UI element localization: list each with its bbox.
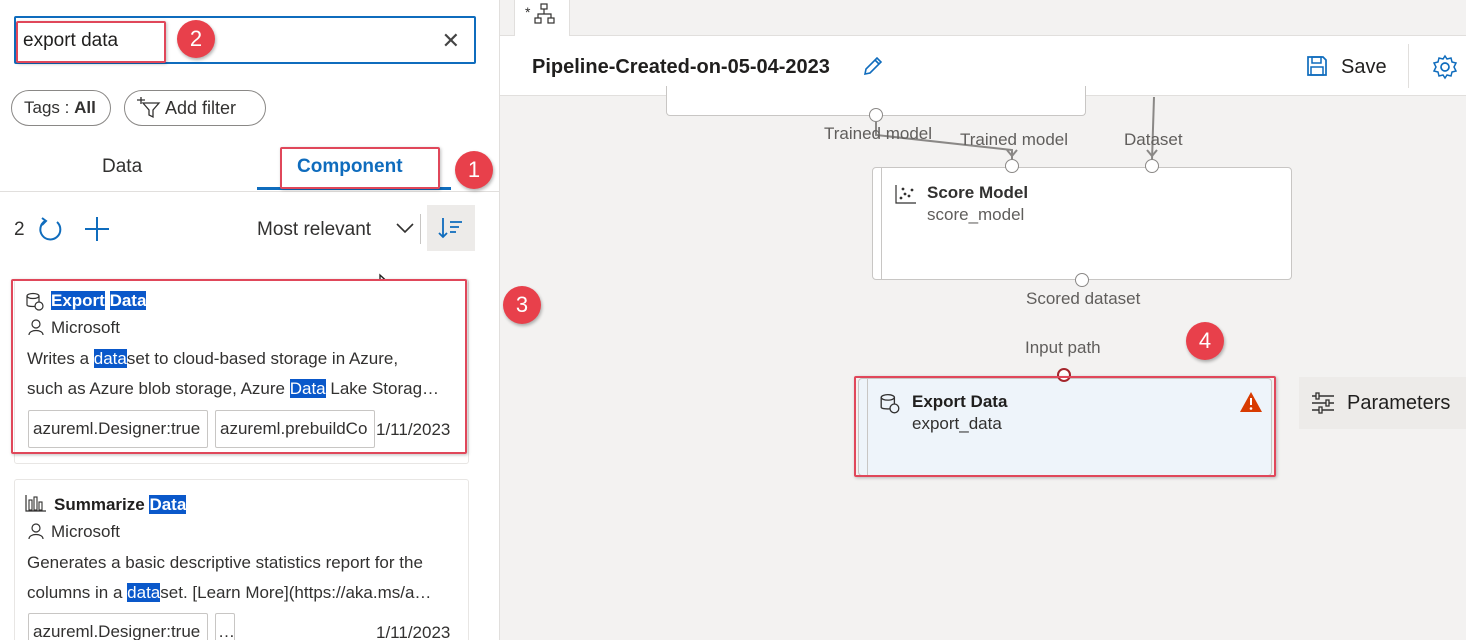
result-card-summarize-data[interactable]: Summarize Data Microsoft Generates a bas… — [14, 479, 469, 640]
input-port[interactable] — [1145, 159, 1159, 173]
chevron-down-icon[interactable] — [396, 222, 414, 234]
callout-badge: 4 — [1186, 322, 1224, 360]
port-label: Input path — [1025, 338, 1101, 357]
port-label: Scored dataset — [1026, 289, 1141, 308]
callout-badge: 2 — [177, 20, 215, 58]
callout-badge: 3 — [503, 286, 541, 324]
toolbar-separator — [420, 214, 421, 244]
more-tags[interactable]: … — [215, 613, 235, 640]
annotation-box-export-node — [854, 376, 1276, 477]
add-filter-button[interactable]: Add filter — [124, 90, 266, 126]
node-title: Score Model — [927, 183, 1029, 202]
sliders-icon — [1312, 392, 1334, 414]
desc-text: set. [Learn More](https://aka.ms/a… — [160, 583, 432, 602]
bar-chart-icon — [25, 495, 46, 512]
port-label: Trained model — [824, 124, 933, 143]
port-label: Trained model — [960, 130, 1069, 149]
tags-filter-label: Tags : — [24, 98, 75, 117]
result-title-word: Data — [149, 495, 187, 514]
score-model-node[interactable]: Score Model score_model — [872, 167, 1292, 280]
output-port[interactable] — [869, 108, 883, 122]
result-description: Generates a basic descriptive statistics… — [27, 548, 457, 608]
input-port[interactable] — [1005, 159, 1019, 173]
port-label: Dataset — [1124, 130, 1183, 149]
result-date: 1/11/2023 — [376, 623, 451, 640]
result-count: 2 — [14, 219, 25, 240]
app-window: export data ✕ Tags : All Add filter Data… — [0, 0, 1466, 640]
tab-data[interactable]: Data — [102, 156, 142, 178]
component-search-panel: export data ✕ Tags : All Add filter Data… — [0, 0, 500, 640]
clear-search-icon[interactable]: ✕ — [442, 28, 460, 54]
refresh-icon[interactable] — [36, 215, 64, 243]
result-title-word: Summarize — [54, 495, 150, 514]
result-tag[interactable]: azureml.Designer:true — [28, 613, 208, 640]
annotation-box-component-tab — [280, 147, 440, 189]
result-title: Summarize Data — [54, 495, 187, 515]
node-subtitle: score_model — [927, 205, 1025, 224]
annotation-box-export-card — [11, 279, 467, 454]
sort-dropdown[interactable]: Most relevant — [257, 219, 371, 241]
filter-add-icon — [137, 97, 161, 119]
desc-text: columns in a — [27, 583, 128, 602]
parameters-label: Parameters — [1347, 391, 1451, 414]
sort-direction-button[interactable] — [427, 205, 475, 251]
desc-highlight: data — [127, 583, 161, 602]
scatter-plot-icon — [895, 185, 916, 204]
desc-text: Generates a basic descriptive statistics… — [27, 553, 423, 572]
callout-badge: 1 — [455, 151, 493, 189]
tab-divider — [0, 191, 500, 192]
tags-filter-value: All — [74, 98, 96, 117]
tags-filter-button[interactable]: Tags : All — [11, 90, 111, 126]
output-port[interactable] — [1075, 273, 1089, 287]
add-filter-label: Add filter — [165, 97, 237, 118]
designer-canvas[interactable]: * Pipeline-Created-on-05-04-2023 Save Tr… — [500, 0, 1466, 640]
add-icon[interactable] — [84, 216, 110, 242]
parameters-panel-toggle[interactable]: Parameters — [1299, 377, 1466, 429]
sort-descending-icon — [438, 218, 462, 239]
node-accent-bar — [881, 168, 882, 279]
person-icon — [28, 523, 44, 540]
result-author: Microsoft — [51, 522, 120, 541]
annotation-box-search — [16, 21, 166, 63]
